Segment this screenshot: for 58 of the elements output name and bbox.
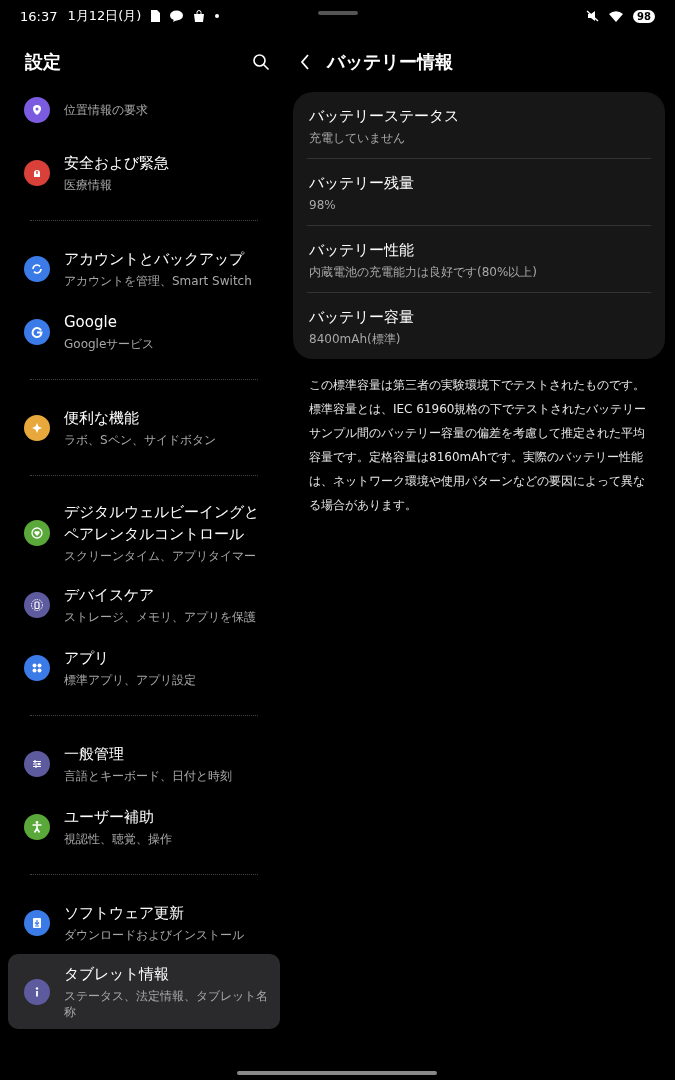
item-title: 一般管理 <box>64 744 125 765</box>
battery-level: 98 <box>633 9 655 23</box>
item-subtitle: Googleサービス <box>64 336 155 352</box>
item-title: ユーザー補助 <box>64 807 155 828</box>
shopping-bag-icon <box>193 10 206 22</box>
row-value: 内蔵電池の充電能力は良好です(80%以上) <box>309 264 539 280</box>
row-title: バッテリー性能 <box>309 240 415 261</box>
item-subtitle: 標準アプリ、アプリ設定 <box>64 672 196 688</box>
item-subtitle: 医療情報 <box>64 177 113 193</box>
settings-item[interactable]: デジタルウェルビーイングとペアレンタルコントロール スクリーンタイム、アプリタイマー <box>8 492 280 573</box>
status-date: 1月12日(月) <box>67 7 142 25</box>
item-title: 安全および緊急 <box>64 153 169 174</box>
item-title: タブレット情報 <box>64 964 170 985</box>
settings-item[interactable]: ユーザー補助 視認性、聴覚、操作 <box>8 795 280 858</box>
item-title: ソフトウェア更新 <box>64 903 185 924</box>
row-title: バッテリー容量 <box>309 307 415 328</box>
row-title: バッテリーステータス <box>309 106 460 127</box>
item-title: アプリ <box>64 648 110 669</box>
item-subtitle: ダウンロードおよびインストール <box>64 927 244 943</box>
dot-icon <box>215 14 220 18</box>
item-title: アカウントとバックアップ <box>64 249 246 270</box>
settings-item[interactable]: アプリ 標準アプリ、アプリ設定 <box>8 636 280 699</box>
status-time: 16:37 <box>20 8 58 24</box>
row-title: バッテリー残量 <box>309 173 415 194</box>
item-subtitle: ラボ、Sペン、サイドボタン <box>64 432 216 448</box>
settings-title: 設定 <box>25 50 61 74</box>
item-subtitle: ステータス、法定情報、タブレット名称 <box>64 988 269 1020</box>
item-subtitle: スクリーンタイム、アプリタイマー <box>64 548 257 564</box>
settings-item[interactable]: Google Googleサービス <box>8 300 280 363</box>
search-button[interactable] <box>252 53 270 71</box>
settings-item[interactable]: 位置情報の要求 <box>8 92 280 141</box>
settings-item[interactable]: デバイスケア ストレージ、メモリ、アプリを保護 <box>8 573 280 636</box>
back-button[interactable] <box>299 53 311 71</box>
settings-item[interactable]: 安全および緊急 医療情報 <box>8 141 280 204</box>
settings-item[interactable]: 便利な機能 ラボ、Sペン、サイドボタン <box>8 396 280 459</box>
drag-handle[interactable] <box>318 11 358 15</box>
mute-icon <box>586 10 600 22</box>
page-title: バッテリー情報 <box>327 50 453 74</box>
item-subtitle: ストレージ、メモリ、アプリを保護 <box>64 609 256 625</box>
item-subtitle: 位置情報の要求 <box>64 101 148 118</box>
settings-item[interactable]: ソフトウェア更新 ダウンロードおよびインストール <box>8 891 280 954</box>
wifi-icon <box>609 10 624 22</box>
item-subtitle: 視認性、聴覚、操作 <box>64 831 172 847</box>
settings-item[interactable]: タブレット情報 ステータス、法定情報、タブレット名称 <box>8 954 280 1029</box>
row-value: 98% <box>309 197 337 213</box>
settings-item[interactable]: 一般管理 言語とキーボード、日付と時刻 <box>8 732 280 795</box>
row-value: 8400mAh(標準) <box>309 331 402 347</box>
chat-bubble-icon <box>170 10 184 22</box>
capacity-note: この標準容量は第三者の実験環境下でテストされたものです。標準容量とは、IEC 61960規格の下でテストされたバッテリーサンプル間のバッテリー容量の偏差を考慮して推定された平均容量です。定格容量は8160mAhです。実際のバッテリー性能は、ネットワーク環境や使用パターンなどの要因によって異なる場合があります。 <box>309 377 648 514</box>
row-value: 充電していません <box>309 130 406 146</box>
item-title: 便利な機能 <box>64 408 140 429</box>
item-title: Google <box>64 312 118 333</box>
settings-item[interactable]: アカウントとバックアップ アカウントを管理、Smart Switch <box>8 237 280 300</box>
item-title: デジタルウェルビーイングとペアレンタルコントロール <box>64 502 260 545</box>
item-subtitle: アカウントを管理、Smart Switch <box>64 273 252 289</box>
item-subtitle: 言語とキーボード、日付と時刻 <box>64 768 232 784</box>
sim-card-icon <box>151 10 161 22</box>
item-title: デバイスケア <box>64 585 155 606</box>
